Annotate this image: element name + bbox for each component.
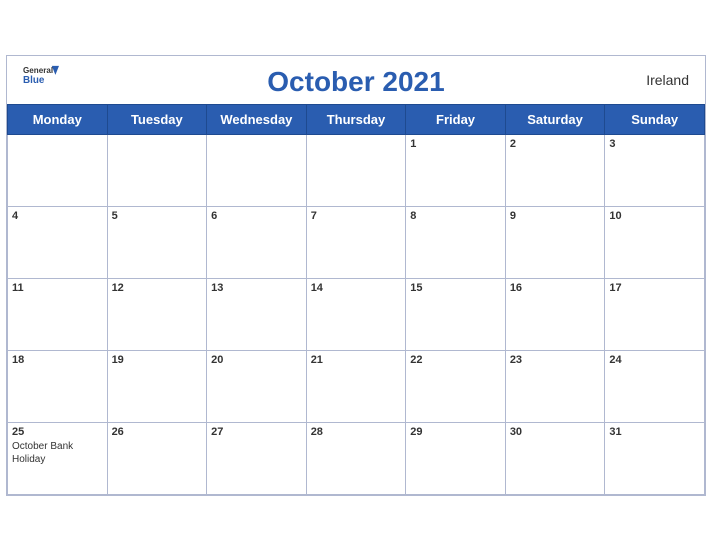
day-number: 26 — [112, 426, 203, 438]
calendar-cell: 28 — [306, 422, 406, 494]
calendar-body: 1234567891011121314151617181920212223242… — [8, 134, 705, 494]
day-number: 30 — [510, 426, 601, 438]
day-number: 20 — [211, 354, 302, 366]
calendar-cell — [107, 134, 207, 206]
calendar-cell: 4 — [8, 206, 108, 278]
logo-area: General Blue — [23, 64, 59, 84]
day-number: 15 — [410, 282, 501, 294]
calendar-cell: 29 — [406, 422, 506, 494]
header-thursday: Thursday — [306, 104, 406, 134]
calendar-cell: 9 — [505, 206, 605, 278]
day-number: 5 — [112, 210, 203, 222]
day-number: 29 — [410, 426, 501, 438]
calendar-cell: 31 — [605, 422, 705, 494]
calendar-cell — [8, 134, 108, 206]
calendar-cell: 13 — [207, 278, 307, 350]
week-row-1: 123 — [8, 134, 705, 206]
calendar-cell — [306, 134, 406, 206]
day-number: 8 — [410, 210, 501, 222]
calendar-cell: 21 — [306, 350, 406, 422]
header-saturday: Saturday — [505, 104, 605, 134]
calendar-cell: 22 — [406, 350, 506, 422]
calendar-cell: 14 — [306, 278, 406, 350]
day-number: 10 — [609, 210, 700, 222]
svg-text:General: General — [23, 66, 53, 75]
day-number: 31 — [609, 426, 700, 438]
day-number: 14 — [311, 282, 402, 294]
day-number: 25 — [12, 426, 103, 438]
calendar-cell: 5 — [107, 206, 207, 278]
week-row-5: 25 October Bank Holiday 26 27 28 29 30 31 — [8, 422, 705, 494]
day-number: 11 — [12, 282, 103, 294]
week-row-4: 18 19 20 21 22 23 24 — [8, 350, 705, 422]
day-number: 9 — [510, 210, 601, 222]
header-friday: Friday — [406, 104, 506, 134]
calendar-cell: 12 — [107, 278, 207, 350]
day-number: 2 — [510, 138, 601, 150]
calendar-cell: 6 — [207, 206, 307, 278]
calendar-header: General Blue October 2021 Ireland — [7, 56, 705, 104]
calendar-cell: 1 — [406, 134, 506, 206]
day-number: 12 — [112, 282, 203, 294]
calendar-cell — [207, 134, 307, 206]
day-number: 19 — [112, 354, 203, 366]
day-number: 3 — [609, 138, 700, 150]
calendar-cell: 11 — [8, 278, 108, 350]
calendar-cell: 10 — [605, 206, 705, 278]
calendar-cell: 3 — [605, 134, 705, 206]
day-number: 28 — [311, 426, 402, 438]
day-number: 27 — [211, 426, 302, 438]
calendar-grid: Monday Tuesday Wednesday Thursday Friday… — [7, 104, 705, 495]
calendar-cell: 16 — [505, 278, 605, 350]
week-row-2: 456789 10 — [8, 206, 705, 278]
day-number: 6 — [211, 210, 302, 222]
day-number: 24 — [609, 354, 700, 366]
country-label: Ireland — [646, 72, 689, 88]
day-number: 7 — [311, 210, 402, 222]
header-wednesday: Wednesday — [207, 104, 307, 134]
svg-text:Blue: Blue — [23, 75, 45, 84]
day-number: 13 — [211, 282, 302, 294]
header-sunday: Sunday — [605, 104, 705, 134]
day-number: 17 — [609, 282, 700, 294]
calendar-cell: 18 — [8, 350, 108, 422]
month-title: October 2021 — [267, 66, 444, 98]
day-number: 1 — [410, 138, 501, 150]
day-number: 4 — [12, 210, 103, 222]
day-number: 21 — [311, 354, 402, 366]
day-number: 18 — [12, 354, 103, 366]
day-number: 16 — [510, 282, 601, 294]
calendar-cell: 7 — [306, 206, 406, 278]
day-number: 23 — [510, 354, 601, 366]
calendar-cell: 26 — [107, 422, 207, 494]
calendar-cell: 17 — [605, 278, 705, 350]
calendar-cell: 20 — [207, 350, 307, 422]
calendar-cell: 24 — [605, 350, 705, 422]
calendar-cell: 30 — [505, 422, 605, 494]
calendar-cell: 27 — [207, 422, 307, 494]
calendar-cell: 23 — [505, 350, 605, 422]
event-text: October Bank Holiday — [12, 440, 103, 466]
week-row-3: 11 12 13 14 15 16 17 — [8, 278, 705, 350]
calendar-cell: 15 — [406, 278, 506, 350]
calendar-cell: 19 — [107, 350, 207, 422]
logo-icon: General Blue — [23, 64, 59, 84]
calendar-cell: 2 — [505, 134, 605, 206]
day-number: 22 — [410, 354, 501, 366]
calendar-container: General Blue October 2021 Ireland Monday… — [6, 55, 706, 496]
header-tuesday: Tuesday — [107, 104, 207, 134]
calendar-cell: 8 — [406, 206, 506, 278]
weekday-header-row: Monday Tuesday Wednesday Thursday Friday… — [8, 104, 705, 134]
header-monday: Monday — [8, 104, 108, 134]
calendar-cell: 25 October Bank Holiday — [8, 422, 108, 494]
